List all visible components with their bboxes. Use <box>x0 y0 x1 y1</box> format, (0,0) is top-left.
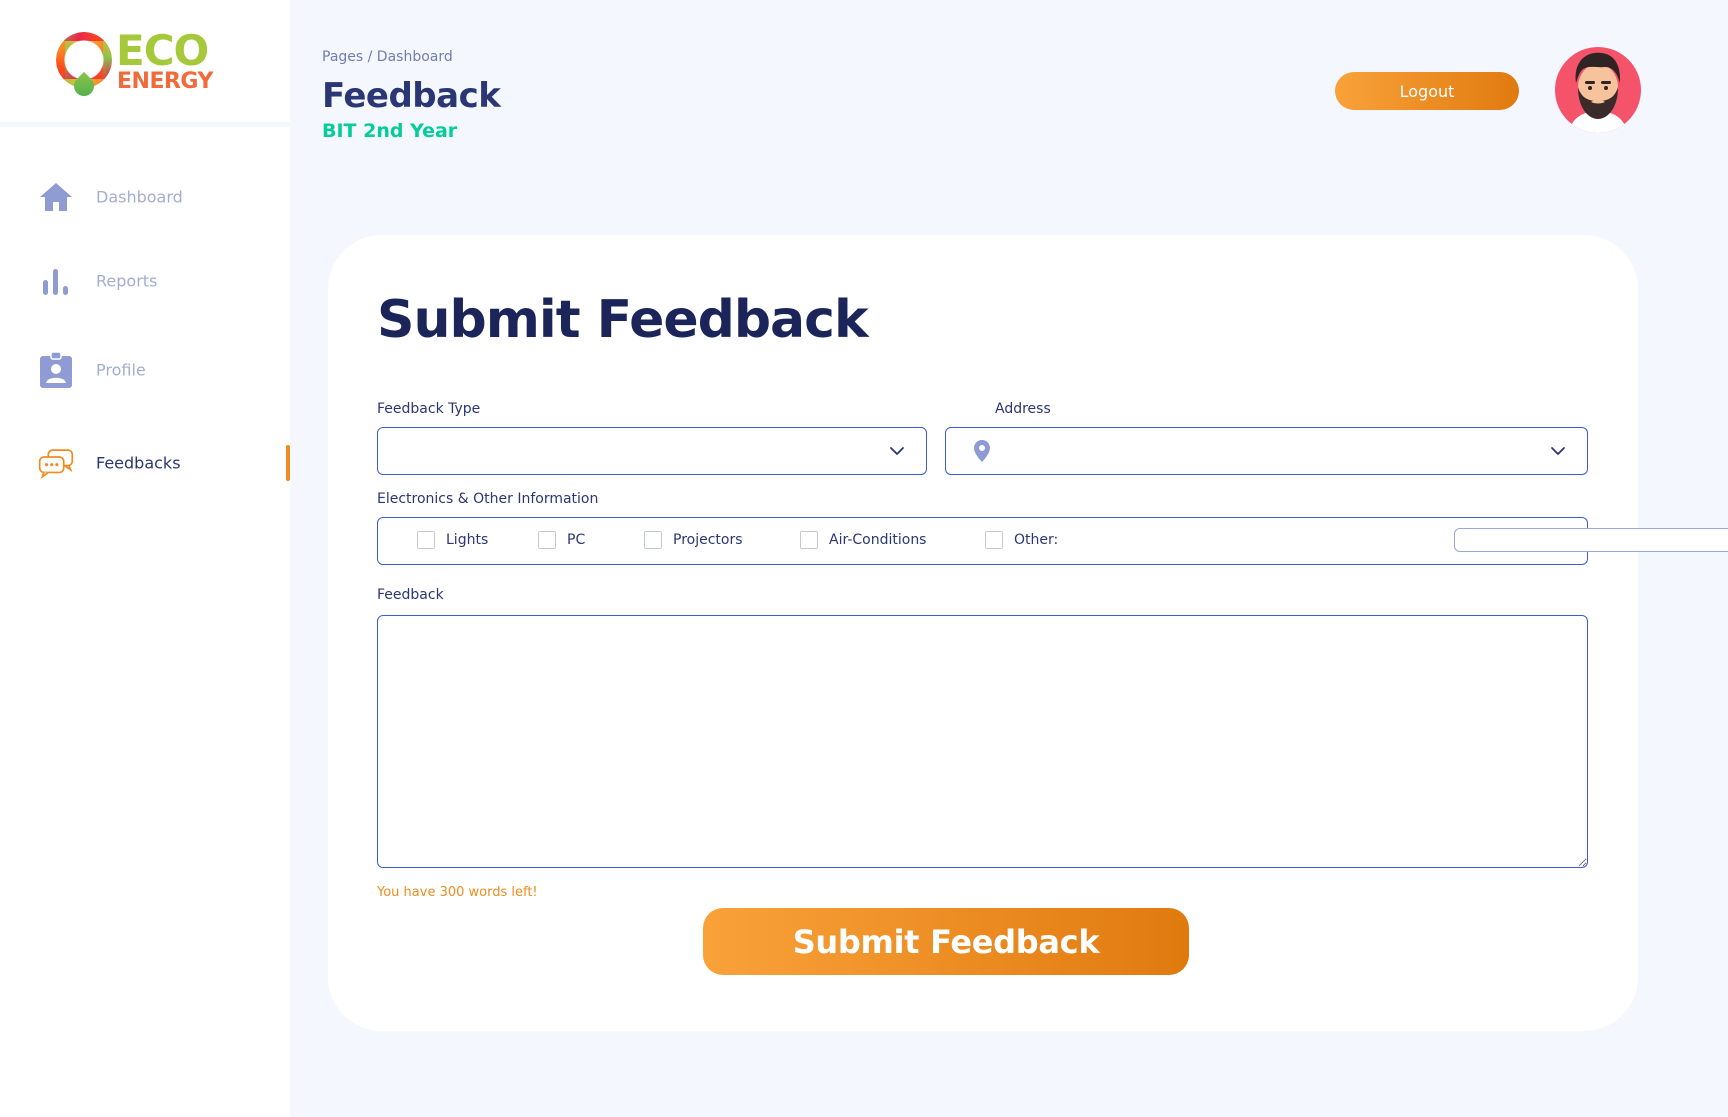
sidebar-item-label: Dashboard <box>96 187 183 207</box>
sidebar-item-profile[interactable]: Profile <box>0 345 290 395</box>
checkbox-other[interactable]: Other: <box>985 531 1058 549</box>
chevron-down-icon <box>1551 447 1565 455</box>
checkbox-projectors[interactable]: Projectors <box>644 531 743 549</box>
checkbox-label: Lights <box>446 532 489 548</box>
checkbox-air-conditions[interactable]: Air-Conditions <box>800 531 926 549</box>
logo-text-eco: ECO <box>116 26 209 75</box>
sidebar: ECO ENERGY Dashboard Reports Profile Fee… <box>0 0 290 1117</box>
bearded-man-avatar-icon <box>1569 52 1627 133</box>
checkbox-box[interactable] <box>800 531 818 549</box>
location-pin-icon <box>974 440 990 462</box>
feedback-textarea[interactable] <box>377 615 1588 868</box>
chat-bubbles-icon <box>38 445 74 481</box>
home-icon <box>38 179 74 215</box>
checkbox-label: Air-Conditions <box>829 532 927 548</box>
feedback-type-select[interactable] <box>377 427 927 475</box>
submit-feedback-button[interactable]: Submit Feedback <box>703 908 1189 975</box>
feedback-label: Feedback <box>377 587 444 603</box>
electronics-checkbox-group: Lights PC Projectors Air-Conditions Othe… <box>377 517 1728 565</box>
checkbox-box[interactable] <box>417 531 435 549</box>
page-subtitle: BIT 2nd Year <box>322 120 458 142</box>
active-indicator <box>286 445 290 481</box>
logo-text-energy: ENERGY <box>117 69 213 94</box>
other-input[interactable] <box>1454 528 1728 552</box>
id-badge-icon <box>38 351 74 388</box>
form-title: Submit Feedback <box>377 290 869 350</box>
checkbox-label: Other: <box>1014 532 1059 548</box>
bar-chart-icon <box>38 263 74 299</box>
word-count-status: You have 300 words left! <box>377 885 538 900</box>
checkbox-box[interactable] <box>985 531 1003 549</box>
sidebar-item-dashboard[interactable]: Dashboard <box>0 172 290 222</box>
avatar[interactable] <box>1555 47 1641 133</box>
address-select[interactable] <box>945 427 1588 475</box>
sidebar-item-reports[interactable]: Reports <box>0 256 290 306</box>
address-label: Address <box>995 401 1051 417</box>
logout-button[interactable]: Logout <box>1335 72 1519 110</box>
page-title: Feedback <box>322 76 501 116</box>
feedback-form-card: Submit Feedback Feedback Type Address El… <box>328 235 1728 1031</box>
checkbox-label: Projectors <box>673 532 743 548</box>
checkbox-label: PC <box>567 532 586 548</box>
electronics-label: Electronics & Other Information <box>377 491 599 507</box>
sidebar-item-label: Profile <box>96 360 146 380</box>
sidebar-item-label: Feedbacks <box>96 453 181 473</box>
checkbox-box[interactable] <box>644 531 662 549</box>
breadcrumb[interactable]: Pages / Dashboard <box>322 49 453 65</box>
checkbox-lights[interactable]: Lights <box>417 531 488 549</box>
logo[interactable]: ECO ENERGY <box>0 0 290 127</box>
chevron-down-icon <box>890 447 904 455</box>
checkbox-box[interactable] <box>538 531 556 549</box>
sidebar-item-feedbacks[interactable]: Feedbacks <box>0 438 290 488</box>
sidebar-item-label: Reports <box>96 271 158 291</box>
checkbox-pc[interactable]: PC <box>538 531 585 549</box>
feedback-type-label: Feedback Type <box>377 401 481 417</box>
